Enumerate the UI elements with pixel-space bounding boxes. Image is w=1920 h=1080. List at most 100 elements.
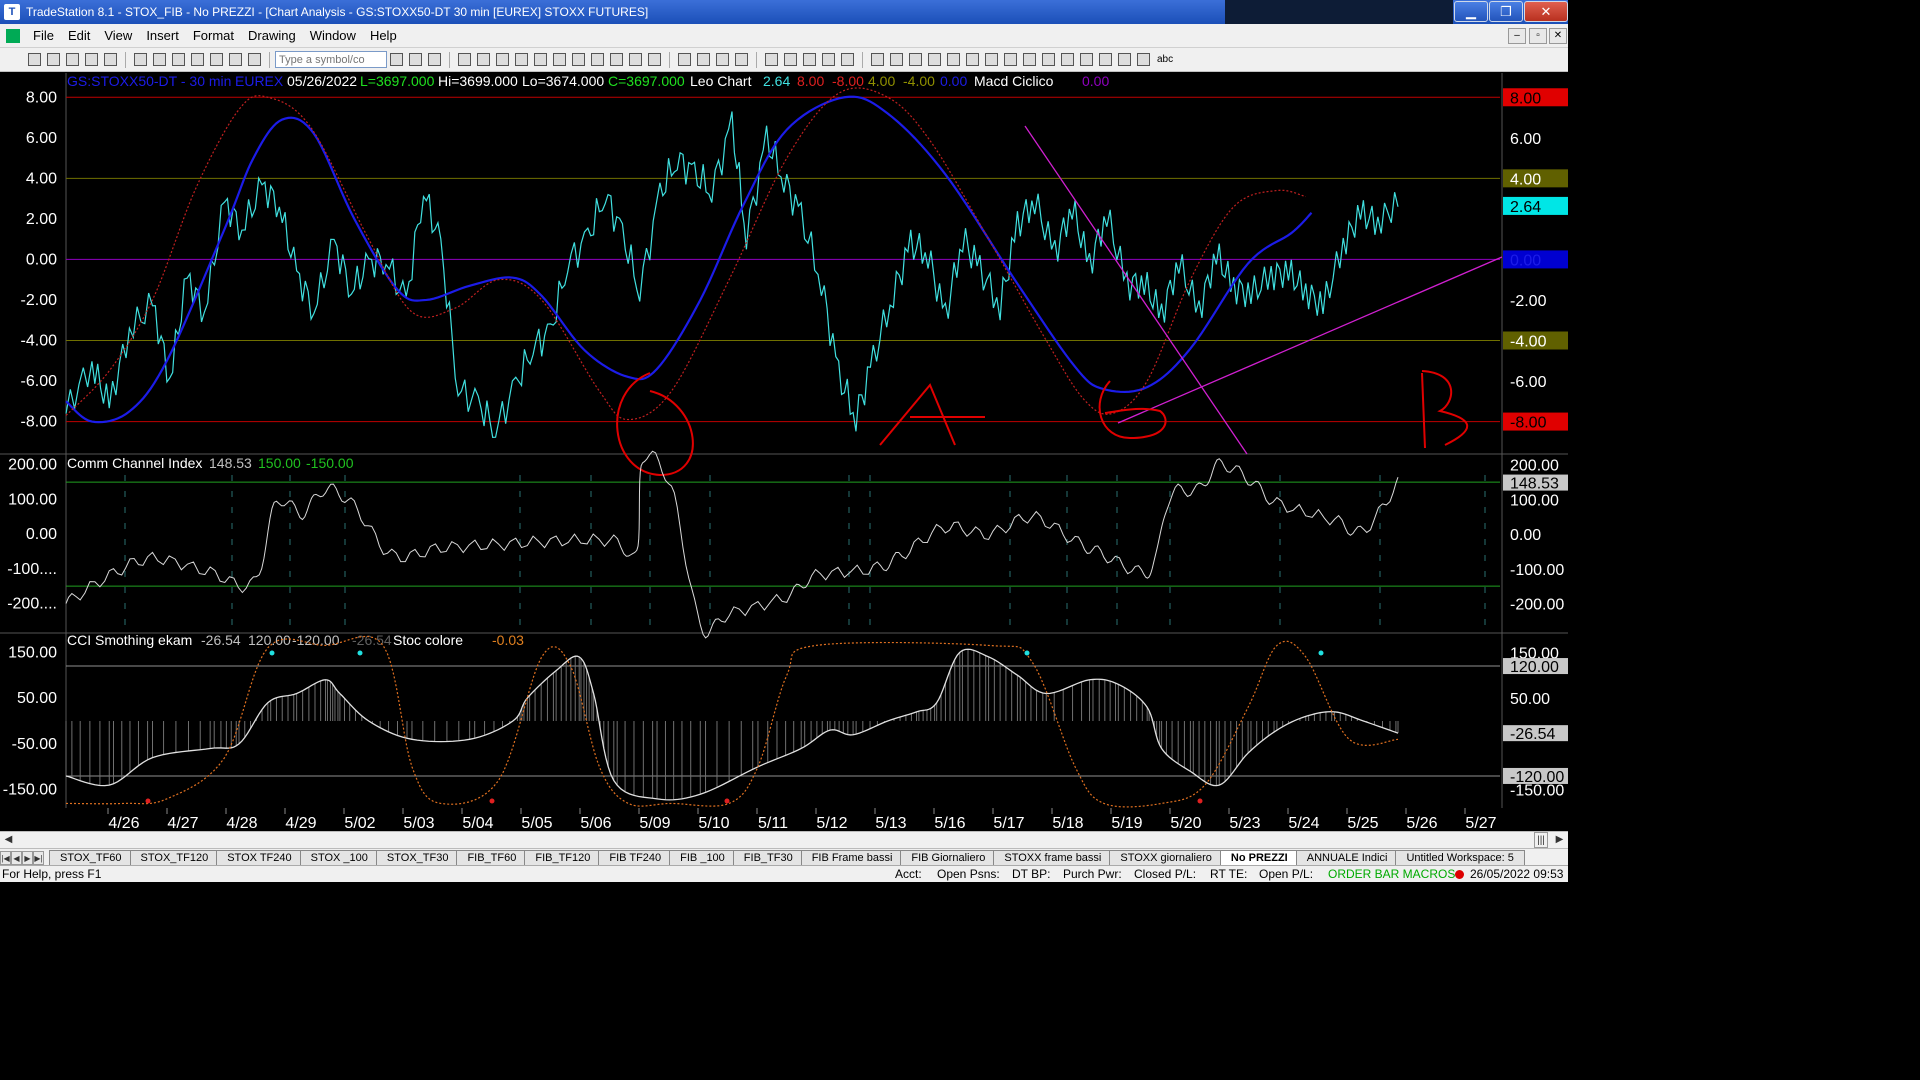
mdi-close-button[interactable]: ✕	[1549, 28, 1567, 44]
trendline-icon[interactable]	[871, 53, 884, 66]
workspace-tab[interactable]: FIB_TF60	[456, 850, 528, 865]
workspace-tab[interactable]: ANNUALE Indici	[1295, 850, 1399, 865]
workspace-tab[interactable]: STOX _100	[299, 850, 379, 865]
workspace-tab[interactable]: STOXX giornaliero	[1109, 850, 1223, 865]
workspace-tab[interactable]: STOX_TF120	[129, 850, 220, 865]
symbol-input[interactable]	[275, 51, 387, 68]
go-icon[interactable]	[409, 53, 422, 66]
order-bar-macros[interactable]: ORDER BAR MACROS	[1328, 867, 1455, 881]
candlestick-icon[interactable]	[496, 53, 509, 66]
news-icon[interactable]	[610, 53, 623, 66]
workspace-icon[interactable]	[191, 53, 204, 66]
scanner-icon[interactable]	[591, 53, 604, 66]
menu-insert[interactable]: Insert	[139, 28, 186, 43]
ellipse-icon[interactable]	[1118, 53, 1131, 66]
scroll-thumb[interactable]: |||	[1534, 832, 1548, 848]
workspace-tab[interactable]: FIB_TF30	[732, 850, 804, 865]
open-icon[interactable]	[47, 53, 60, 66]
menu-file[interactable]: File	[26, 28, 61, 43]
workspace-tab[interactable]: FIB Giornaliero	[900, 850, 997, 865]
horizontal-scrollbar[interactable]: ◀ ||| ▶	[0, 831, 1568, 848]
fibonacci-icon[interactable]	[947, 53, 960, 66]
properties-icon[interactable]	[822, 53, 835, 66]
scroll-right-icon[interactable]	[735, 53, 748, 66]
indicator-icon[interactable]	[515, 53, 528, 66]
text-tool-label[interactable]: abc	[1157, 54, 1173, 65]
print-preview-icon[interactable]	[153, 53, 166, 66]
right-axis-label: -2.00	[1510, 293, 1547, 310]
arc-icon[interactable]	[1004, 53, 1017, 66]
workspace-tab[interactable]: FIB Frame bassi	[800, 850, 904, 865]
quote-icon[interactable]	[629, 53, 642, 66]
up-arrow-icon[interactable]	[1080, 53, 1093, 66]
chart-canvas[interactable]: 8.00 6.00 4.00 2.00 0.00 -2.00 -4.00 -6.00 -8.00…	[0, 73, 1568, 831]
speed-line-icon[interactable]	[985, 53, 998, 66]
chart-analysis-window[interactable]: 8.00 6.00 4.00 2.00 0.00 -2.00 -4.00 -6.00 -8.00…	[0, 73, 1568, 831]
print-icon[interactable]	[134, 53, 147, 66]
window-icon[interactable]	[172, 53, 185, 66]
menu-format[interactable]: Format	[186, 28, 241, 43]
color-icon[interactable]	[248, 53, 261, 66]
workspace-tab[interactable]: STOX TF240	[216, 850, 303, 865]
workspace-tab[interactable]: Untitled Workspace: 5	[1395, 850, 1525, 865]
strategy-icon[interactable]	[534, 53, 547, 66]
lock-icon[interactable]	[210, 53, 223, 66]
workspace-tab[interactable]: STOX_TF30	[375, 850, 460, 865]
scroll-left-icon[interactable]	[716, 53, 729, 66]
save-all-icon[interactable]	[85, 53, 98, 66]
close-button[interactable]: ✕	[1524, 1, 1568, 22]
new-icon[interactable]	[28, 53, 41, 66]
tab-first-icon[interactable]: |◀	[0, 851, 11, 865]
zoom-out-icon[interactable]	[697, 53, 710, 66]
chart-window-icon[interactable]	[6, 28, 20, 43]
header-text: 2.64	[763, 73, 790, 89]
cycle-lines-icon[interactable]	[1023, 53, 1036, 66]
minimize-button[interactable]: ▁	[1454, 1, 1488, 22]
mdi-restore-button[interactable]: ▫	[1529, 28, 1547, 44]
tab-next-icon[interactable]: ▶	[22, 851, 33, 865]
scroll-left-arrow-icon[interactable]: ◀	[0, 832, 17, 848]
andrews-pitchfork-icon[interactable]	[1042, 53, 1055, 66]
pencil-icon[interactable]	[1061, 53, 1074, 66]
status-bar: For Help, press F1 Acct: Open Psns: DT B…	[0, 865, 1568, 882]
hammer-icon[interactable]	[803, 53, 816, 66]
folder-icon[interactable]	[104, 53, 117, 66]
menu-help[interactable]: Help	[363, 28, 404, 43]
matrix-icon[interactable]	[553, 53, 566, 66]
lookup-icon[interactable]	[428, 53, 441, 66]
right-axis-label: 2.64	[1510, 199, 1541, 216]
mdi-minimize-button[interactable]: ‒	[1508, 28, 1526, 44]
tab-prev-icon[interactable]: ◀	[11, 851, 22, 865]
scroll-right-arrow-icon[interactable]: ▶	[1551, 832, 1568, 848]
menu-edit[interactable]: Edit	[61, 28, 97, 43]
menu-view[interactable]: View	[97, 28, 139, 43]
workspace-tab[interactable]: STOX_TF60	[49, 850, 133, 865]
title-bar: T TradeStation 8.1 - STOX_FIB - No PREZZ…	[0, 0, 1568, 24]
radar-icon[interactable]	[572, 53, 585, 66]
workspace-tab[interactable]: No PREZZI	[1219, 850, 1299, 865]
channel-icon[interactable]	[928, 53, 941, 66]
save-icon[interactable]	[66, 53, 79, 66]
format-icon[interactable]	[229, 53, 242, 66]
restore-button[interactable]: ❐	[1489, 1, 1523, 22]
line-chart-icon[interactable]	[477, 53, 490, 66]
down-arrow-icon[interactable]	[1099, 53, 1112, 66]
tab-last-icon[interactable]: ▶|	[33, 851, 44, 865]
horizontal-line-icon[interactable]	[890, 53, 903, 66]
workspace-tab[interactable]: FIB_TF120	[524, 850, 602, 865]
menu-window[interactable]: Window	[303, 28, 363, 43]
vertical-line-icon[interactable]	[909, 53, 922, 66]
menu-drawing[interactable]: Drawing	[241, 28, 303, 43]
data-window-icon[interactable]	[841, 53, 854, 66]
bar-chart-icon[interactable]	[458, 53, 471, 66]
workspace-tab[interactable]: FIB _100	[669, 850, 736, 865]
rectangle-icon[interactable]	[1137, 53, 1150, 66]
workspace-tab[interactable]: FIB TF240	[598, 850, 673, 865]
dropdown-arrow-icon[interactable]	[390, 53, 403, 66]
zoom-in-icon[interactable]	[678, 53, 691, 66]
gann-fan-icon[interactable]	[966, 53, 979, 66]
crosshair-icon[interactable]	[784, 53, 797, 66]
pointer-icon[interactable]	[765, 53, 778, 66]
workspace-tab[interactable]: STOXX frame bassi	[993, 850, 1113, 865]
order-bar-icon[interactable]	[648, 53, 661, 66]
